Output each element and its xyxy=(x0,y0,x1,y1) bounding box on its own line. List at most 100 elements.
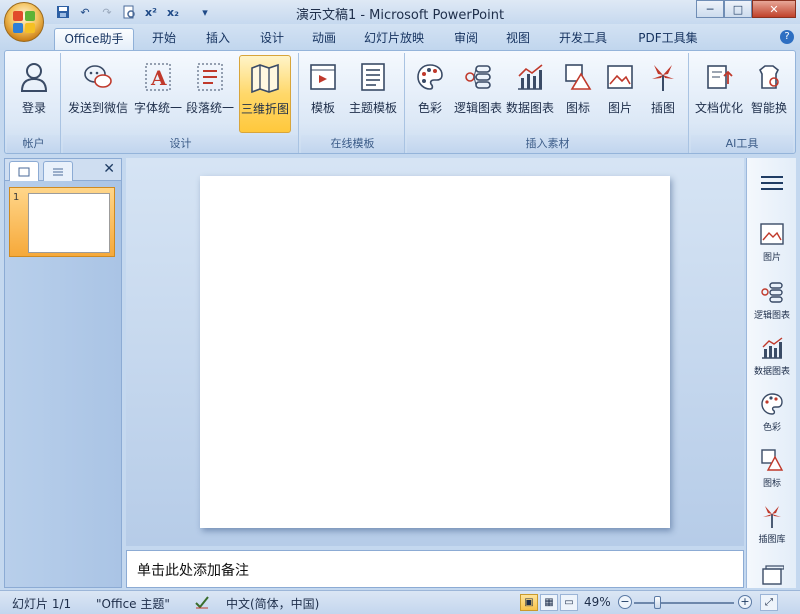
spellcheck-icon[interactable] xyxy=(194,595,210,612)
group-ai-tools: 文档优化 智能换 AI工具 xyxy=(691,53,793,153)
slideshow-view-icon[interactable]: ▭ xyxy=(560,594,578,611)
svg-text:A: A xyxy=(150,66,167,90)
maximize-icon[interactable]: □ xyxy=(724,0,752,18)
side-data-chart-button[interactable]: 数据图表 xyxy=(747,334,797,386)
group-design: 发送到微信 A 字体统一 段落统一 三维折图 设计 xyxy=(63,53,299,153)
picture-label: 图片 xyxy=(607,101,632,115)
fit-to-window-icon[interactable]: ⤢ xyxy=(760,594,778,611)
template-label: 模板 xyxy=(310,101,335,115)
side-illustration-button[interactable]: 插图库 xyxy=(747,502,797,554)
doc-optimize-icon xyxy=(702,59,736,95)
slides-tab-icon[interactable] xyxy=(9,161,39,181)
side-color-label: 色彩 xyxy=(762,423,781,433)
slide-thumbnail-preview xyxy=(28,193,110,253)
color-button[interactable]: 色彩 xyxy=(409,55,451,133)
slide-number: 1 xyxy=(13,192,20,203)
theme-template-button[interactable]: 主题模板 xyxy=(345,55,401,133)
tab-design[interactable]: 设计 xyxy=(250,28,294,50)
icon-label: 图标 xyxy=(565,101,590,115)
palette-icon xyxy=(413,59,447,95)
doc-optimize-button[interactable]: 文档优化 xyxy=(693,55,745,133)
smart-replace-icon xyxy=(752,59,786,95)
icon-button[interactable]: 图标 xyxy=(559,55,597,133)
logic-chart-button[interactable]: 逻辑图表 xyxy=(453,55,503,133)
tab-home[interactable]: 开始 xyxy=(142,28,186,50)
theme-template-label: 主题模板 xyxy=(348,101,397,115)
side-logic-chart-button[interactable]: 逻辑图表 xyxy=(747,278,797,330)
side-icon-button[interactable]: 图标 xyxy=(747,446,797,498)
side-panel: 图片 逻辑图表 数据图表 色彩 图标 插图库 xyxy=(746,158,796,588)
tab-view[interactable]: 视图 xyxy=(496,28,540,50)
status-bar: 幻灯片 1/1 "Office 主题" 中文(简体，中国) ▣ ▦ ▭ 49% … xyxy=(0,590,800,614)
illustration-icon xyxy=(758,502,786,530)
tab-slideshow[interactable]: 幻灯片放映 xyxy=(358,28,430,50)
data-chart-button[interactable]: 数据图表 xyxy=(505,55,555,133)
tab-office-assistant[interactable]: Office助手 xyxy=(54,28,134,50)
paragraph-icon xyxy=(193,59,227,95)
font-unify-button[interactable]: A 字体统一 xyxy=(133,55,183,133)
picture-button[interactable]: 图片 xyxy=(601,55,639,133)
tab-pdf-tools[interactable]: PDF工具集 xyxy=(630,28,706,50)
ribbon: 登录 帐户 发送到微信 A 字体统一 段落统一 三维折图 设计 模板 主题模板 … xyxy=(4,50,796,154)
login-label: 登录 xyxy=(21,101,46,115)
zoom-out-icon[interactable]: − xyxy=(618,595,632,609)
side-logic-chart-label: 逻辑图表 xyxy=(753,311,790,321)
side-picture-button[interactable]: 图片 xyxy=(747,220,797,272)
data-chart-icon xyxy=(758,334,786,362)
office-button[interactable] xyxy=(4,2,44,42)
notes-pane[interactable]: 单击此处添加备注 xyxy=(126,550,744,588)
group-label-account: 帐户 xyxy=(7,135,60,153)
slide-canvas[interactable] xyxy=(200,176,670,528)
slide-sorter-icon[interactable]: ▦ xyxy=(540,594,558,611)
3d-fold-map-button[interactable]: 三维折图 xyxy=(239,55,291,133)
close-icon[interactable]: ✕ xyxy=(752,0,796,18)
panel-tabs: ✕ xyxy=(5,159,121,181)
group-label-ai-tools: AI工具 xyxy=(691,135,793,153)
tab-animations[interactable]: 动画 xyxy=(302,28,346,50)
slide-thumbnail[interactable]: 1 xyxy=(9,187,115,257)
tab-review[interactable]: 审阅 xyxy=(444,28,488,50)
zoom-slider-thumb[interactable] xyxy=(654,596,661,609)
group-account: 登录 帐户 xyxy=(7,53,61,153)
menu-icon[interactable] xyxy=(761,176,783,194)
side-data-chart-label: 数据图表 xyxy=(753,367,790,377)
slides-panel: ✕ 1 xyxy=(4,158,122,588)
smart-replace-button[interactable]: 智能换 xyxy=(747,55,791,133)
font-icon: A xyxy=(141,59,175,95)
side-color-button[interactable]: 色彩 xyxy=(747,390,797,442)
picture-icon xyxy=(603,59,637,95)
template-button[interactable]: 模板 xyxy=(303,55,343,133)
side-more-button[interactable] xyxy=(747,562,797,586)
normal-view-icon[interactable]: ▣ xyxy=(520,594,538,611)
picture-icon xyxy=(758,220,786,248)
logic-chart-icon xyxy=(461,59,495,95)
close-panel-icon[interactable]: ✕ xyxy=(103,161,115,177)
paragraph-unify-label: 段落统一 xyxy=(185,101,234,115)
smart-replace-label: 智能换 xyxy=(750,101,787,115)
language[interactable]: 中文(简体，中国) xyxy=(226,595,319,612)
shapes-icon xyxy=(561,59,595,95)
window-title: 演示文稿1 - Microsoft PowerPoint xyxy=(295,8,505,23)
zoom-level[interactable]: 49% xyxy=(584,595,611,609)
theme-template-icon xyxy=(356,59,390,95)
doc-optimize-label: 文档优化 xyxy=(694,101,743,115)
login-button[interactable]: 登录 xyxy=(9,55,59,133)
zoom-slider[interactable] xyxy=(634,602,734,604)
theme-name[interactable]: "Office 主题" xyxy=(96,595,170,612)
group-label-insert-material: 插入素材 xyxy=(407,135,688,153)
tab-insert[interactable]: 插入 xyxy=(196,28,240,50)
send-to-wechat-button[interactable]: 发送到微信 xyxy=(65,55,131,133)
fold-map-icon xyxy=(248,60,282,96)
user-icon xyxy=(17,59,51,95)
group-insert-material: 色彩 逻辑图表 数据图表 图标 图片 插图 插入素材 xyxy=(407,53,689,153)
font-unify-label: 字体统一 xyxy=(133,101,182,115)
logic-chart-label: 逻辑图表 xyxy=(453,101,502,115)
tab-developer[interactable]: 开发工具 xyxy=(552,28,614,50)
zoom-in-icon[interactable]: + xyxy=(738,595,752,609)
outline-tab-icon[interactable] xyxy=(43,161,73,181)
paragraph-unify-button[interactable]: 段落统一 xyxy=(185,55,235,133)
help-icon[interactable]: ? xyxy=(780,30,794,44)
minimize-icon[interactable]: ─ xyxy=(696,0,724,18)
illustration-button[interactable]: 插图 xyxy=(643,55,683,133)
group-label-design: 设计 xyxy=(63,135,298,153)
